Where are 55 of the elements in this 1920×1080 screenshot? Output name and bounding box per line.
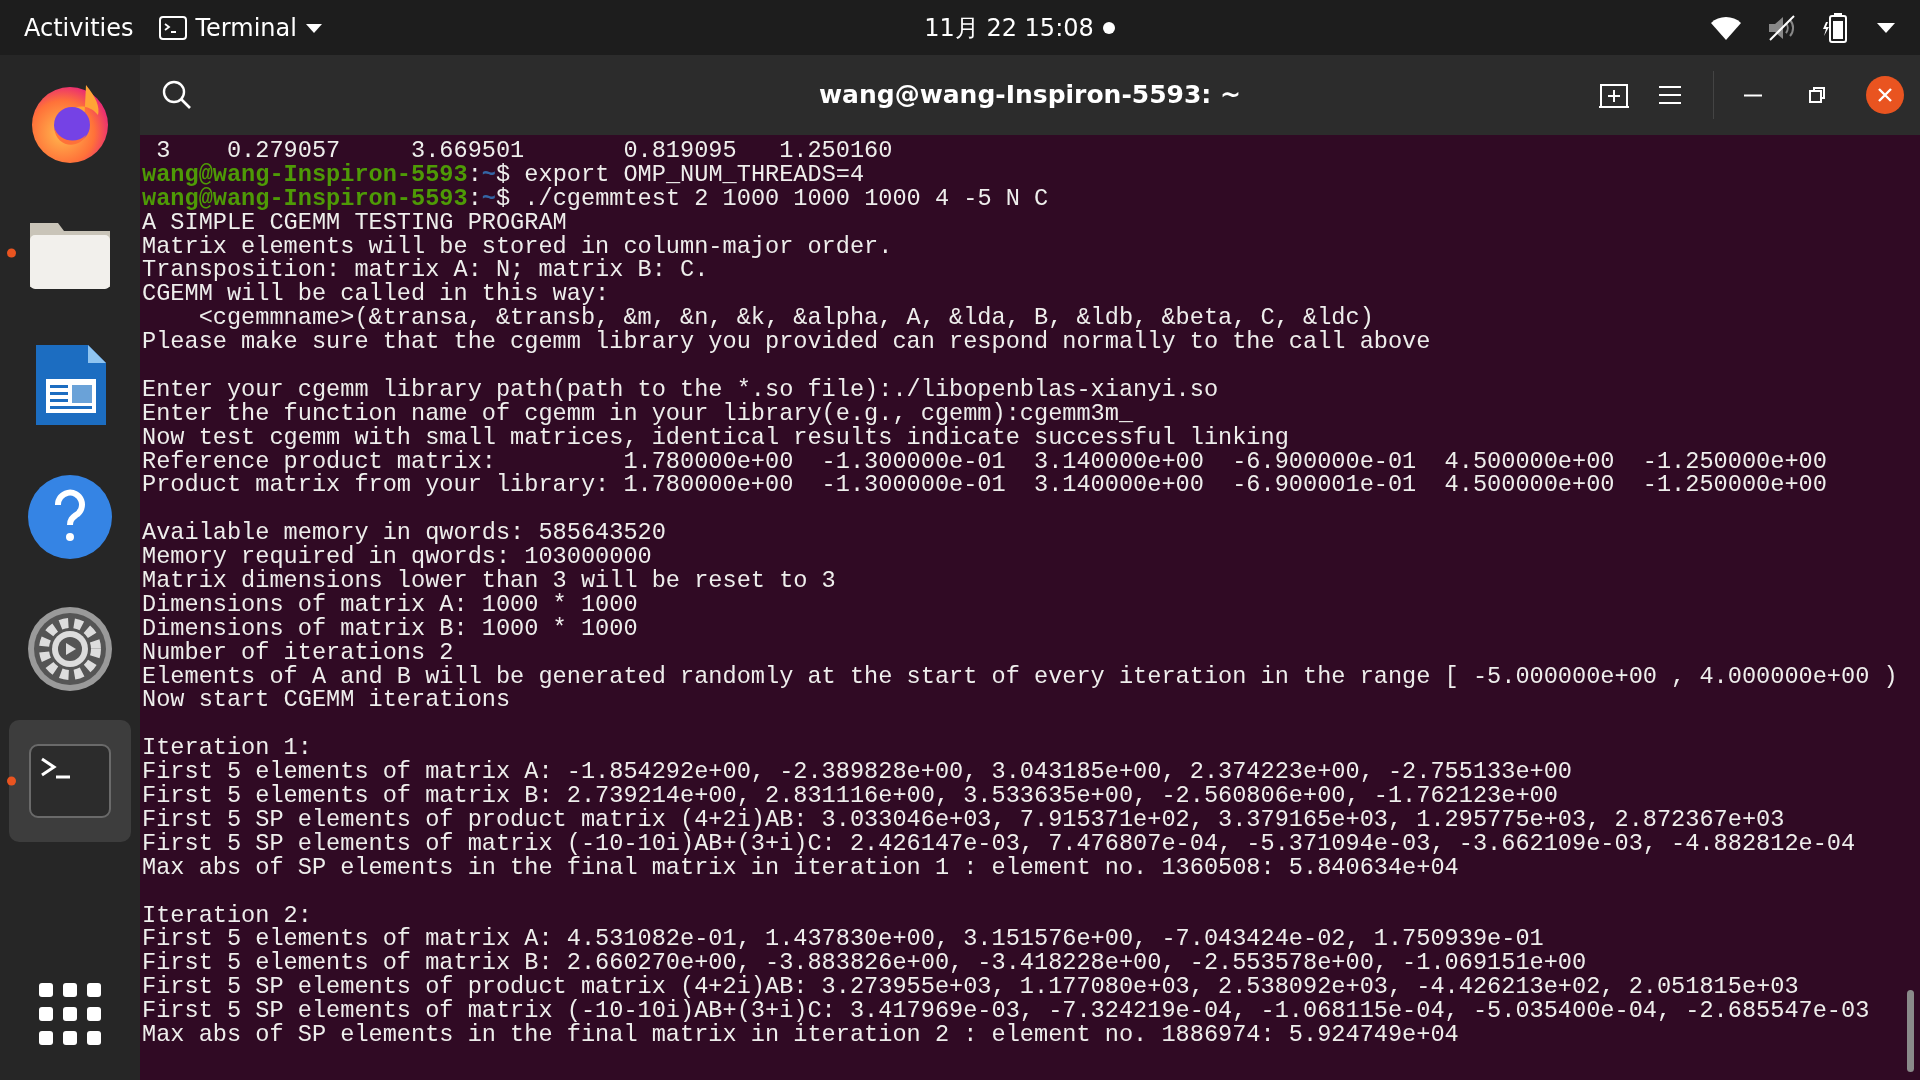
output-line: Dimensions of matrix A: 1000 * 1000	[142, 592, 639, 617]
output-line: Elements of A and B will be generated randomly at the start of every iteration in the range [ -5.000000e+00 , 4.000000e+00 )	[142, 664, 1899, 689]
close-icon	[1877, 87, 1893, 103]
restore-icon	[1806, 84, 1828, 106]
clock[interactable]: 11月 22 15:08	[924, 9, 1094, 46]
wifi-icon	[1710, 14, 1742, 41]
output-line: First 5 elements of matrix A: -1.854292e+00, -2.389828e+00, 3.043185e+00, 2.374223e+00, -2.755133e+00	[142, 760, 1573, 785]
output-line: Product matrix from your library: 1.780000e+00 -1.300000e-01 3.140000e+00 -6.900001e-01 4.500000e+00 -1.250000e+00	[142, 473, 1828, 498]
activities-button[interactable]: Activities	[24, 9, 134, 46]
scrollbar[interactable]	[1907, 990, 1914, 1072]
minimize-icon	[1744, 93, 1762, 97]
muted-speaker-icon	[1766, 13, 1798, 42]
output-line: First 5 SP elements of matrix (-10-10i)AB+(3+i)C: 2.426147e-03, 7.476807e-04, -5.371094e-03, -3.662109e-03, -4.882812e-04	[142, 831, 1857, 856]
app-grid-icon[interactable]	[39, 983, 101, 1045]
new-tab-icon	[1599, 81, 1629, 109]
output-line: <cgemmname>(&transa, &transb, &m, &n, &k, &alpha, A, &lda, B, &ldb, &beta, C, &ldc)	[198, 306, 1374, 331]
output-line: Iteration 1:	[142, 736, 312, 761]
search-icon	[162, 80, 192, 110]
help-icon	[26, 473, 114, 561]
caret-icon[interactable]	[1876, 21, 1896, 34]
prompt-line: wang@wang-Inspiron-5593:~$ ./cgemmtest 2 1000 1000 1000 4 -5 N C	[142, 186, 1050, 211]
output-line: Max abs of SP elements in the final matrix in iteration 2 : element no. 1886974: 5.924749e+04	[142, 1022, 1460, 1047]
output-line: First 5 elements of matrix B: 2.660270e+00, -3.883826e+00, -3.418228e+00, -2.553578e+00, -1.069151e+00	[142, 951, 1588, 976]
output-line: A SIMPLE CGEMM TESTING PROGRAM	[142, 210, 567, 235]
output-line: First 5 SP elements of product matrix (4+2i)AB: 3.273955e+03, 1.177080e+03, 2.538092e+03, -4.426213e+02, 2.051815e+03	[142, 975, 1800, 1000]
terminal-icon	[157, 14, 188, 41]
output-line: Available memory in qwords: 585643520	[142, 521, 667, 546]
output-line: Number of iterations 2	[142, 640, 454, 665]
prompt-line: wang@wang-Inspiron-5593:~$ export OMP_NUM_THREADS=4	[142, 162, 866, 187]
output-line: Enter the function name of cgemm in your library(e.g., cgemm):cgemm3m_	[142, 401, 1134, 426]
output-line: Now start CGEMM iterations	[142, 688, 512, 713]
output-line: Memory required in qwords: 103000000	[142, 545, 653, 570]
caret-icon	[304, 21, 323, 34]
output-line: 3 0.279057 3.669501 0.819095 1.250160	[156, 139, 894, 163]
output-line: First 5 elements of matrix A: 4.531082e-01, 1.437830e+00, 3.151576e+00, -7.043424e-02, 1.750939e-01	[142, 927, 1545, 952]
output-line: First 5 SP elements of product matrix (4+2i)AB: 3.033046e+03, 7.915371e+02, 3.379165e+03, 1.295775e+03, 2.872367e+03	[142, 807, 1786, 832]
window-title: wang@wang-Inspiron-5593: ~	[819, 79, 1241, 112]
output-line: Transposition: matrix A: N; matrix B: C.	[142, 258, 709, 283]
output-line: Please make sure that the cgemm library you provided can respond normally to the call above	[142, 330, 1432, 354]
menu-icon	[1657, 84, 1683, 106]
output-line: Matrix elements will be stored in column-major order.	[142, 234, 894, 259]
app-menu[interactable]: Terminal	[157, 9, 323, 46]
output-line: Max abs of SP elements in the final matrix in iteration 1 : element no. 1360508: 5.840634e+04	[142, 855, 1460, 880]
output-line: Matrix dimensions lower than 3 will be reset to 3	[142, 569, 837, 593]
output-line: Now test cgemm with small matrices, identical results indicate successful linking	[142, 425, 1290, 450]
settings-icon	[26, 605, 114, 693]
output-line: Reference product matrix: 1.780000e+00 -1.300000e-01 3.140000e+00 -6.900000e-01 4.500000e+00 -1.250000e+00	[142, 449, 1828, 474]
close-button[interactable]	[1866, 76, 1904, 114]
output-line: Dimensions of matrix B: 1000 * 1000	[142, 616, 639, 641]
output-line: Enter your cgemm library path(path to the *.so file):./libopenblas-xianyi.so	[142, 377, 1220, 402]
output-line: CGEMM will be called in this way:	[142, 282, 611, 307]
output-line: First 5 SP elements of matrix (-10-10i)AB+(3+i)C: 3.417969e-03, -7.324219e-04, -1.068115e-04, -5.035400e-04, -2.685547e-03	[142, 999, 1871, 1023]
output-line: Iteration 2:	[142, 903, 312, 928]
output-line: First 5 elements of matrix B: 2.739214e+00, 2.831116e+00, 3.533635e+00, -2.560806e+00, -1.762123e+00	[142, 784, 1559, 808]
dot-icon	[1101, 20, 1116, 35]
